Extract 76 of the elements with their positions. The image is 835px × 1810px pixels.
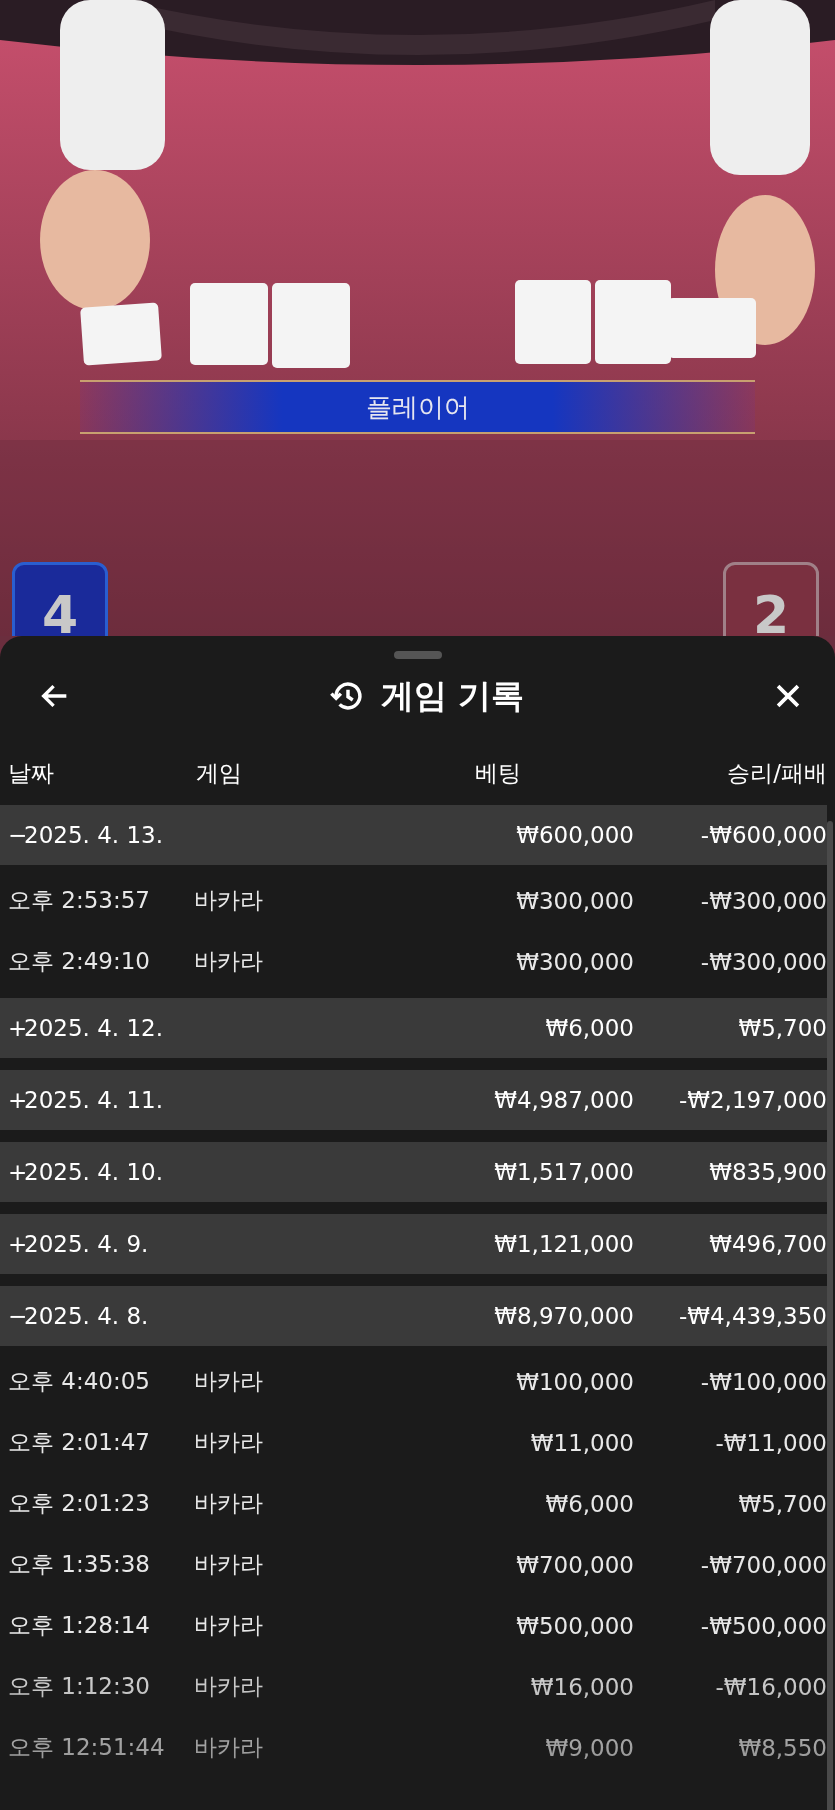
- date-group-row[interactable]: +2025. 4. 10. ₩1,517,000 ₩835,900: [0, 1142, 827, 1202]
- column-header: 날짜: [8, 758, 55, 788]
- date-cell-text: 2025. 4. 10.: [24, 1159, 164, 1185]
- game-cell-text: 바카라: [194, 1428, 264, 1457]
- score-badge: 2: [723, 562, 819, 636]
- date-cell-text: 2025. 4. 9.: [24, 1231, 150, 1257]
- column-header: 베팅: [474, 758, 521, 788]
- game-cell-text: 바카라: [194, 1733, 264, 1762]
- game-cell-text: 바카라: [194, 1550, 264, 1579]
- date-group-row[interactable]: +2025. 4. 9. ₩1,121,000 ₩496,700: [0, 1214, 827, 1274]
- expand-toggle[interactable]: +: [8, 1159, 24, 1185]
- time-cell-text: 오후 1:28:14: [8, 1611, 151, 1640]
- date-cell-text: 2025. 4. 12.: [24, 1015, 164, 1041]
- bet-cell-text: ₩300,000: [515, 948, 634, 975]
- score-badge: 4: [12, 562, 108, 636]
- result-cell-text: -₩600,000: [699, 822, 827, 848]
- column-header: 게임: [195, 758, 243, 788]
- expand-toggle[interactable]: −: [8, 1303, 24, 1329]
- result-cell-text: -₩300,000: [699, 887, 827, 914]
- bet-cell-text: ₩4,987,000: [493, 1087, 634, 1113]
- sheet-title: 게임 기록: [380, 674, 525, 717]
- bet-cell-text: ₩16,000: [529, 1673, 634, 1700]
- result-cell-text: -₩700,000: [699, 1551, 827, 1578]
- result-cell-text: -₩2,197,000: [677, 1087, 827, 1113]
- time-cell-text: 오후 2:53:57: [8, 886, 151, 915]
- bet-cell-text: ₩600,000: [515, 822, 634, 848]
- time-cell-text: 오후 4:40:05: [8, 1367, 151, 1396]
- result-cell-text: ₩835,900: [708, 1159, 827, 1185]
- result-banner: 플레이어: [80, 380, 755, 434]
- result-cell-text: -₩16,000: [714, 1673, 827, 1700]
- date-cell-text: 2025. 4. 11.: [24, 1087, 164, 1113]
- bet-cell-text: ₩100,000: [515, 1368, 634, 1395]
- expand-toggle[interactable]: −: [8, 822, 24, 848]
- bet-cell-text: ₩6,000: [544, 1015, 634, 1041]
- time-cell-text: 오후 12:51:44: [8, 1733, 166, 1762]
- result-cell-text: -₩4,439,350: [677, 1303, 827, 1329]
- time-cell-text: 오후 2:01:47: [8, 1428, 151, 1457]
- game-cell-text: 바카라: [194, 1611, 264, 1640]
- time-cell-text: 오후 2:49:10: [8, 947, 151, 976]
- bet-cell-text: ₩1,517,000: [493, 1159, 634, 1185]
- game-cell-text: 바카라: [194, 886, 264, 915]
- result-cell-text: ₩8,550: [737, 1734, 827, 1761]
- date-cell-text: 2025. 4. 8.: [24, 1303, 150, 1329]
- bet-cell-text: ₩6,000: [544, 1490, 634, 1517]
- result-cell-text: -₩11,000: [714, 1429, 827, 1456]
- result-cell-text: -₩100,000: [699, 1368, 827, 1395]
- game-cell-text: 바카라: [194, 947, 264, 976]
- game-cell-text: 바카라: [194, 1489, 264, 1518]
- expand-toggle[interactable]: +: [8, 1015, 24, 1041]
- bet-cell-text: ₩8,970,000: [493, 1303, 634, 1329]
- date-group-row[interactable]: +2025. 4. 12. ₩6,000 ₩5,700: [0, 998, 827, 1058]
- game-cell-text: 바카라: [194, 1672, 264, 1701]
- date-group-row[interactable]: +2025. 4. 11. ₩4,987,000 -₩2,197,000: [0, 1070, 827, 1130]
- expand-toggle[interactable]: +: [8, 1087, 24, 1113]
- date-cell-text: 2025. 4. 13.: [24, 822, 164, 848]
- result-cell-text: -₩500,000: [699, 1612, 827, 1639]
- result-cell-text: ₩496,700: [708, 1231, 827, 1257]
- time-cell-text: 오후 1:12:30: [8, 1672, 151, 1701]
- result-cell-text: ₩5,700: [737, 1015, 827, 1041]
- expand-toggle[interactable]: +: [8, 1231, 24, 1257]
- drag-handle[interactable]: [393, 651, 442, 659]
- bet-cell-text: ₩1,121,000: [493, 1231, 634, 1257]
- time-cell-text: 오후 2:01:23: [8, 1489, 151, 1518]
- bet-cell-text: ₩700,000: [515, 1551, 634, 1578]
- result-cell-text: -₩300,000: [699, 948, 827, 975]
- result-cell-text: ₩5,700: [737, 1490, 827, 1517]
- scrollbar[interactable]: [827, 821, 833, 1810]
- game-cell-text: 바카라: [194, 1367, 264, 1396]
- column-header: 승리/패배: [726, 758, 827, 788]
- date-group-row[interactable]: −2025. 4. 8. ₩8,970,000 -₩4,439,350: [0, 1286, 827, 1346]
- bet-cell-text: ₩300,000: [515, 887, 634, 914]
- date-group-row[interactable]: −2025. 4. 13. ₩600,000 -₩600,000: [0, 805, 827, 865]
- time-cell-text: 오후 1:35:38: [8, 1550, 151, 1579]
- bet-cell-text: ₩500,000: [515, 1612, 634, 1639]
- bet-cell-text: ₩11,000: [529, 1429, 634, 1456]
- bet-cell-text: ₩9,000: [544, 1734, 634, 1761]
